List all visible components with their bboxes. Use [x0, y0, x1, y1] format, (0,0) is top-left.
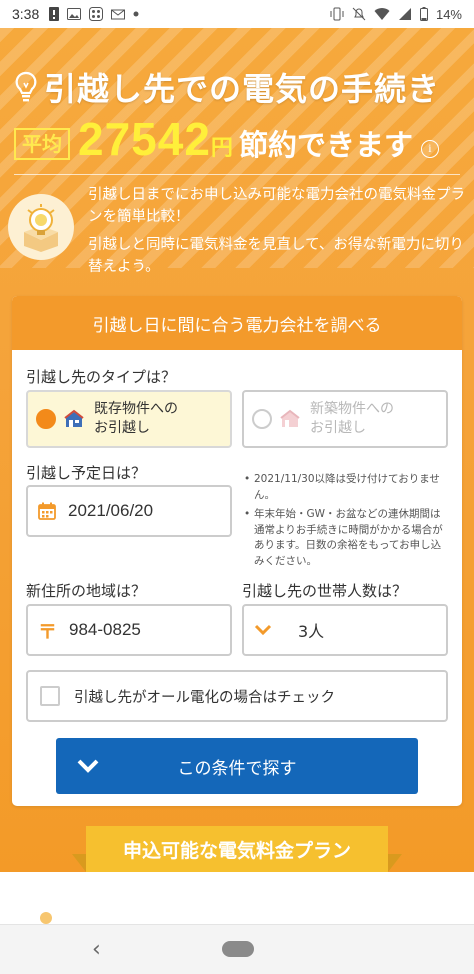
chevron-down-icon — [254, 624, 272, 636]
lightbulb-illustration — [8, 194, 74, 260]
alert-icon — [49, 7, 60, 21]
system-navigation-bar: ‹ — [0, 924, 474, 974]
back-button[interactable]: ‹ — [92, 937, 101, 962]
hero-title-row: 引越し先での電気の手続き — [14, 64, 440, 110]
battery-icon — [419, 7, 428, 21]
household-label: 引越し先の世帯人数は？ — [242, 582, 408, 600]
search-button-label: この条件で探す — [177, 758, 297, 779]
page-title: 引越し先での電気の手続き — [44, 70, 441, 108]
wifi-icon — [374, 8, 390, 20]
note-cutoff: 2021/11/30以降は受け付けておりません。 — [244, 472, 448, 503]
move-date-value: 2021/06/20 — [68, 501, 154, 520]
property-type-label: 引越し先のタイプは？ — [26, 368, 177, 386]
savings-amount: 27542 — [78, 113, 211, 165]
all-electric-label: 引越し先がオール電化の場合はチェック — [74, 689, 335, 706]
plans-content-preview — [0, 872, 474, 924]
home-pill-button[interactable] — [222, 941, 254, 957]
household-size-value: 3人 — [298, 622, 325, 641]
savings-text: 節約できます — [238, 128, 413, 162]
search-button[interactable]: この条件で探す — [56, 738, 418, 794]
move-date-label: 引越し予定日は？ — [26, 464, 147, 482]
hero-section: 引越し先での電気の手続き 平均 27542 円 節約できます i 引越し日までに… — [0, 28, 474, 893]
intro-block: 引越し日までにお申し込み可能な電力会社の電気料金プランを簡単比較！ 引越しと同時… — [8, 184, 468, 284]
all-electric-checkbox[interactable] — [40, 686, 60, 706]
move-date-notes: 2021/11/30以降は受け付けておりません。 年末年始・GW・お盆などの連休… — [244, 472, 448, 573]
mute-icon — [352, 7, 366, 21]
lightbulb-icon — [15, 71, 37, 102]
move-date-field[interactable]: 2021/06/20 — [26, 485, 232, 537]
note-holidays: 年末年始・GW・お盆などの連休期間は通常よりお手続きに時間がかかる場合があります… — [244, 507, 448, 569]
intro-line-2: 引越しと同時に電気料金を見直して、お得な新電力に切り替えよう。 — [88, 237, 464, 275]
image-icon — [67, 8, 82, 20]
status-system-icons: 14% — [330, 7, 462, 22]
existing-property-label: 既存物件への お引越し — [94, 400, 178, 438]
app-grid-icon — [89, 7, 104, 21]
radio-new-property[interactable]: 新築物件への お引越し — [242, 390, 448, 448]
region-label: 新住所の地域は？ — [26, 582, 147, 600]
savings-row: 平均 27542 円 節約できます i — [14, 112, 439, 166]
postal-mark-icon: 〒 — [38, 620, 58, 643]
average-badge: 平均 — [14, 128, 70, 160]
form-header: 引越し日に間に合う電力会社を調べる — [12, 296, 462, 350]
status-bar: 3:38 14% — [0, 0, 474, 28]
new-property-label: 新築物件への お引越し — [310, 400, 394, 438]
status-notification-icons — [49, 7, 139, 21]
radio-existing-property[interactable]: 既存物件への お引越し — [26, 390, 232, 448]
dot-icon — [133, 11, 139, 17]
new-property-label-line1: 新築物件への — [310, 401, 394, 417]
battery-percentage: 14% — [435, 6, 462, 22]
calendar-icon — [38, 502, 56, 520]
plans-banner-title: 申込可能な電気料金プラン — [86, 826, 388, 872]
household-size-select[interactable]: 3人 — [242, 604, 448, 656]
intro-text: 引越し日までにお申し込み可能な電力会社の電気料金プランを簡単比較！ 引越しと同時… — [88, 184, 468, 284]
search-form-card: 引越し日に間に合う電力会社を調べる 引越し先のタイプは？ 既存物件への お引越し — [12, 296, 462, 806]
intro-line-1: 引越し日までにお申し込み可能な電力会社の電気料金プランを簡単比較！ — [88, 187, 465, 225]
new-property-label-line2: お引越し — [310, 420, 366, 436]
info-icon[interactable]: i — [420, 140, 439, 158]
signal-icon — [398, 8, 411, 20]
list-bullet-icon — [40, 912, 52, 924]
postal-code-field[interactable]: 〒 984-0825 — [26, 604, 232, 656]
postal-code-value: 984-0825 — [69, 620, 141, 639]
existing-property-label-line1: 既存物件への — [94, 401, 178, 417]
radio-indicator-checked[interactable] — [36, 409, 56, 429]
mail-icon — [111, 9, 126, 20]
vibrate-icon — [330, 7, 344, 21]
yen-unit: 円 — [210, 136, 233, 161]
banner-ribbon-left — [72, 854, 86, 872]
all-electric-option[interactable]: 引越し先がオール電化の場合はチェック — [26, 670, 448, 722]
radio-indicator-unchecked[interactable] — [252, 409, 272, 429]
hero-divider — [14, 174, 460, 175]
status-time: 3:38 — [12, 6, 40, 22]
banner-ribbon-right — [388, 854, 402, 872]
existing-property-label-line2: お引越し — [94, 420, 150, 436]
house-icon — [64, 409, 84, 427]
lightbulb-box-icon — [24, 204, 58, 252]
new-house-icon — [280, 409, 300, 427]
